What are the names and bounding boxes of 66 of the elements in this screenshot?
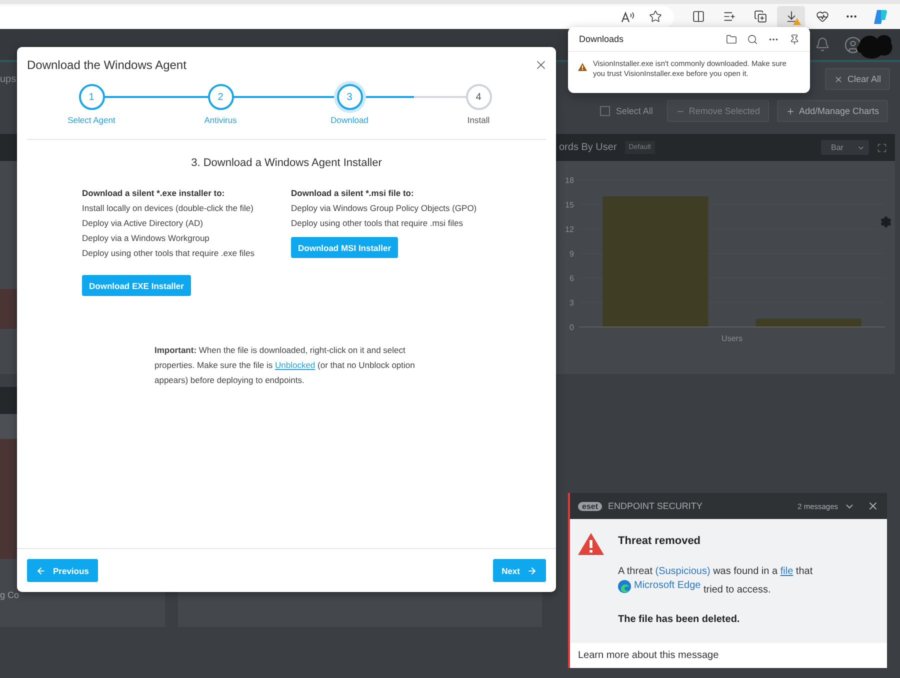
browser-icon bbox=[618, 580, 631, 592]
axis-label: 9 bbox=[570, 250, 574, 258]
product-name: ENDPOINT SECURITY bbox=[608, 501, 702, 511]
axis-title: Users bbox=[722, 334, 742, 343]
panel-title: Downloads bbox=[579, 34, 624, 44]
step-circle: 1 bbox=[78, 84, 104, 110]
download-icon[interactable] bbox=[777, 6, 805, 28]
list-item: Install locally on devices (double-click the file) bbox=[82, 202, 254, 215]
chart-type-select[interactable]: Bar bbox=[821, 140, 869, 155]
plus-icon bbox=[786, 106, 795, 116]
user-icon[interactable] bbox=[844, 36, 862, 54]
folder-icon[interactable] bbox=[726, 34, 737, 44]
bell-icon[interactable] bbox=[815, 37, 830, 52]
section-heading: 3. Download a Windows Agent Installer bbox=[191, 157, 382, 169]
read-aloud-icon[interactable] bbox=[621, 10, 635, 22]
card-caption: g Co bbox=[0, 590, 20, 600]
learn-more-link[interactable]: Learn more about this message bbox=[570, 643, 887, 668]
fullscreen-icon[interactable] bbox=[877, 142, 887, 152]
tab-label[interactable]: ups bbox=[0, 74, 16, 85]
next-button[interactable]: Next bbox=[492, 559, 546, 582]
notification-title: Threat removed bbox=[618, 535, 702, 547]
list-item: Deploy via a Windows Workgroup bbox=[82, 232, 210, 245]
file-link[interactable]: file bbox=[780, 566, 794, 577]
unblocked-link[interactable]: Unblocked bbox=[274, 360, 316, 370]
step-label: Antivirus bbox=[204, 115, 237, 125]
column-heading: Download a silent *.exe installer to: bbox=[82, 187, 225, 200]
app-link[interactable]: Microsoft Edge bbox=[618, 579, 701, 593]
step-circle: 2 bbox=[208, 84, 234, 110]
add-manage-charts-button[interactable]: Add/Manage Charts bbox=[776, 100, 888, 122]
axis-label: 6 bbox=[570, 274, 574, 283]
axis-label: 0 bbox=[570, 323, 574, 332]
select-all-checkbox[interactable]: Select All bbox=[600, 106, 653, 116]
result-message: The file has been deleted. bbox=[618, 614, 741, 624]
list-item: Deploy via Windows Group Policy Objects (GPO) bbox=[291, 202, 477, 215]
warning-icon bbox=[578, 63, 587, 71]
previous-button[interactable]: Previous bbox=[27, 559, 98, 582]
search-icon[interactable] bbox=[747, 34, 758, 44]
close-icon[interactable] bbox=[867, 500, 879, 512]
axis-label: 15 bbox=[565, 200, 574, 210]
step-circle: 3 bbox=[336, 84, 362, 110]
step-label: Download bbox=[330, 115, 368, 125]
clear-all-button[interactable]: Clear All bbox=[825, 68, 890, 90]
axis-label: 3 bbox=[570, 298, 574, 308]
list-item: Deploy using other tools that require .exe files bbox=[82, 247, 254, 260]
download-installer-button[interactable]: Download EXE Installer bbox=[82, 275, 191, 296]
dialog-title: Download the Windows Agent bbox=[27, 58, 186, 72]
list-item: Deploy via Active Directory (AD) bbox=[82, 217, 203, 230]
close-icon bbox=[834, 74, 844, 84]
list-item: Deploy using other tools that require .msi files bbox=[291, 217, 463, 230]
step-label: Install bbox=[467, 115, 490, 125]
download-installer-button[interactable]: Download MSI Installer bbox=[291, 237, 398, 258]
pin-icon[interactable] bbox=[789, 34, 800, 44]
brand-logo: eset bbox=[578, 502, 602, 510]
threat-message: A threat (Suspicious) was found in a file that Microsoft Edge tried to access. bbox=[618, 565, 813, 598]
step-circle: 4 bbox=[466, 84, 492, 110]
step-label: Select Agent bbox=[68, 115, 116, 125]
alert-icon bbox=[578, 533, 604, 555]
arrow-right-icon bbox=[527, 566, 537, 576]
chart-title: ords By User bbox=[559, 142, 617, 153]
axis-label: 12 bbox=[565, 225, 574, 234]
close-button[interactable] bbox=[534, 58, 548, 72]
column-heading: Download a silent *.msi file to: bbox=[291, 187, 414, 200]
important-note: Important: When the file is downloaded, right-click on it and select properties. Make sure the file is Unblocked (or that no Unblock option appears) before deploying to endpoints. bbox=[154, 344, 416, 387]
favorite-star-icon[interactable] bbox=[649, 10, 662, 23]
axis-label: 18 bbox=[565, 176, 574, 185]
arrow-left-icon bbox=[36, 566, 46, 576]
